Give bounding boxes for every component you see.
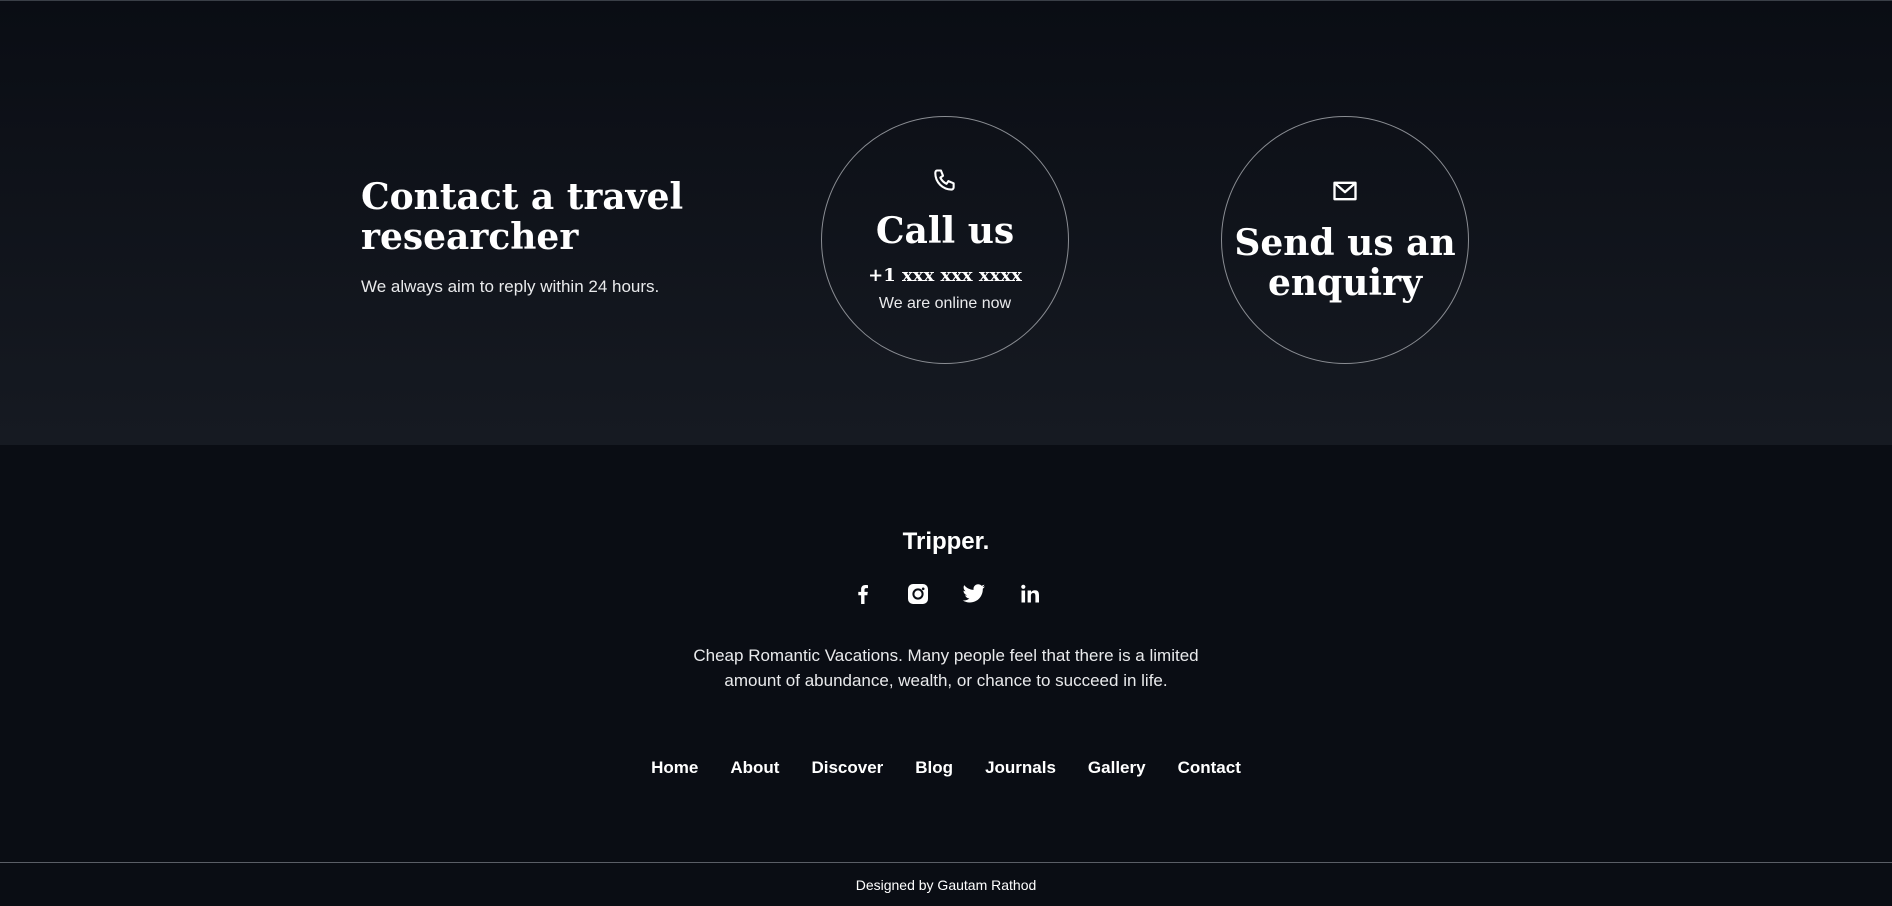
nav-journals[interactable]: Journals (985, 758, 1056, 778)
call-us-title: Call us (875, 210, 1015, 252)
contact-title: Contact a travel researcher (361, 176, 684, 258)
nav-gallery[interactable]: Gallery (1088, 758, 1146, 778)
facebook-icon (858, 585, 868, 604)
linkedin-icon (1021, 584, 1039, 603)
footer-tagline: Cheap Romantic Vacations. Many people fe… (693, 646, 1199, 690)
nav-blog[interactable]: Blog (915, 758, 953, 778)
social-links (0, 582, 1892, 606)
designer-credit: Designed by Gautam Rathod (855, 876, 1037, 893)
online-status: We are online now (878, 295, 1012, 312)
send-enquiry-title: Send us an enquiry (1234, 222, 1456, 304)
phone-number[interactable]: +1 xxx xxx xxxx (868, 265, 1022, 286)
call-us-circle[interactable]: Call us +1 xxx xxx xxxx We are online no… (821, 116, 1069, 364)
bottom-bar: Designed by Gautam Rathod (0, 862, 1892, 906)
twitter-link[interactable] (962, 582, 986, 606)
footer-brand[interactable]: Tripper. (0, 528, 1892, 556)
nav-discover[interactable]: Discover (811, 758, 883, 778)
mail-icon (1333, 181, 1357, 201)
nav-home[interactable]: Home (651, 758, 698, 778)
instagram-icon (908, 584, 928, 604)
contact-intro: Contact a travel researcher We always ai… (361, 177, 721, 297)
send-enquiry-circle[interactable]: Send us an enquiry (1221, 116, 1469, 364)
contact-section: Contact a travel researcher We always ai… (0, 0, 1892, 445)
twitter-icon (962, 584, 985, 603)
nav-about[interactable]: About (730, 758, 779, 778)
footer: Tripper. Cheap Romantic Vacations. Many … (0, 445, 1892, 862)
contact-subtitle: We always aim to reply within 24 hours. (361, 277, 660, 296)
nav-contact[interactable]: Contact (1178, 758, 1241, 778)
facebook-link[interactable] (850, 582, 874, 606)
page: Contact a travel researcher We always ai… (0, 0, 1892, 906)
linkedin-link[interactable] (1018, 582, 1042, 606)
instagram-link[interactable] (906, 582, 930, 606)
footer-nav: Home About Discover Blog Journals Galler… (0, 758, 1892, 778)
phone-icon (934, 169, 955, 191)
